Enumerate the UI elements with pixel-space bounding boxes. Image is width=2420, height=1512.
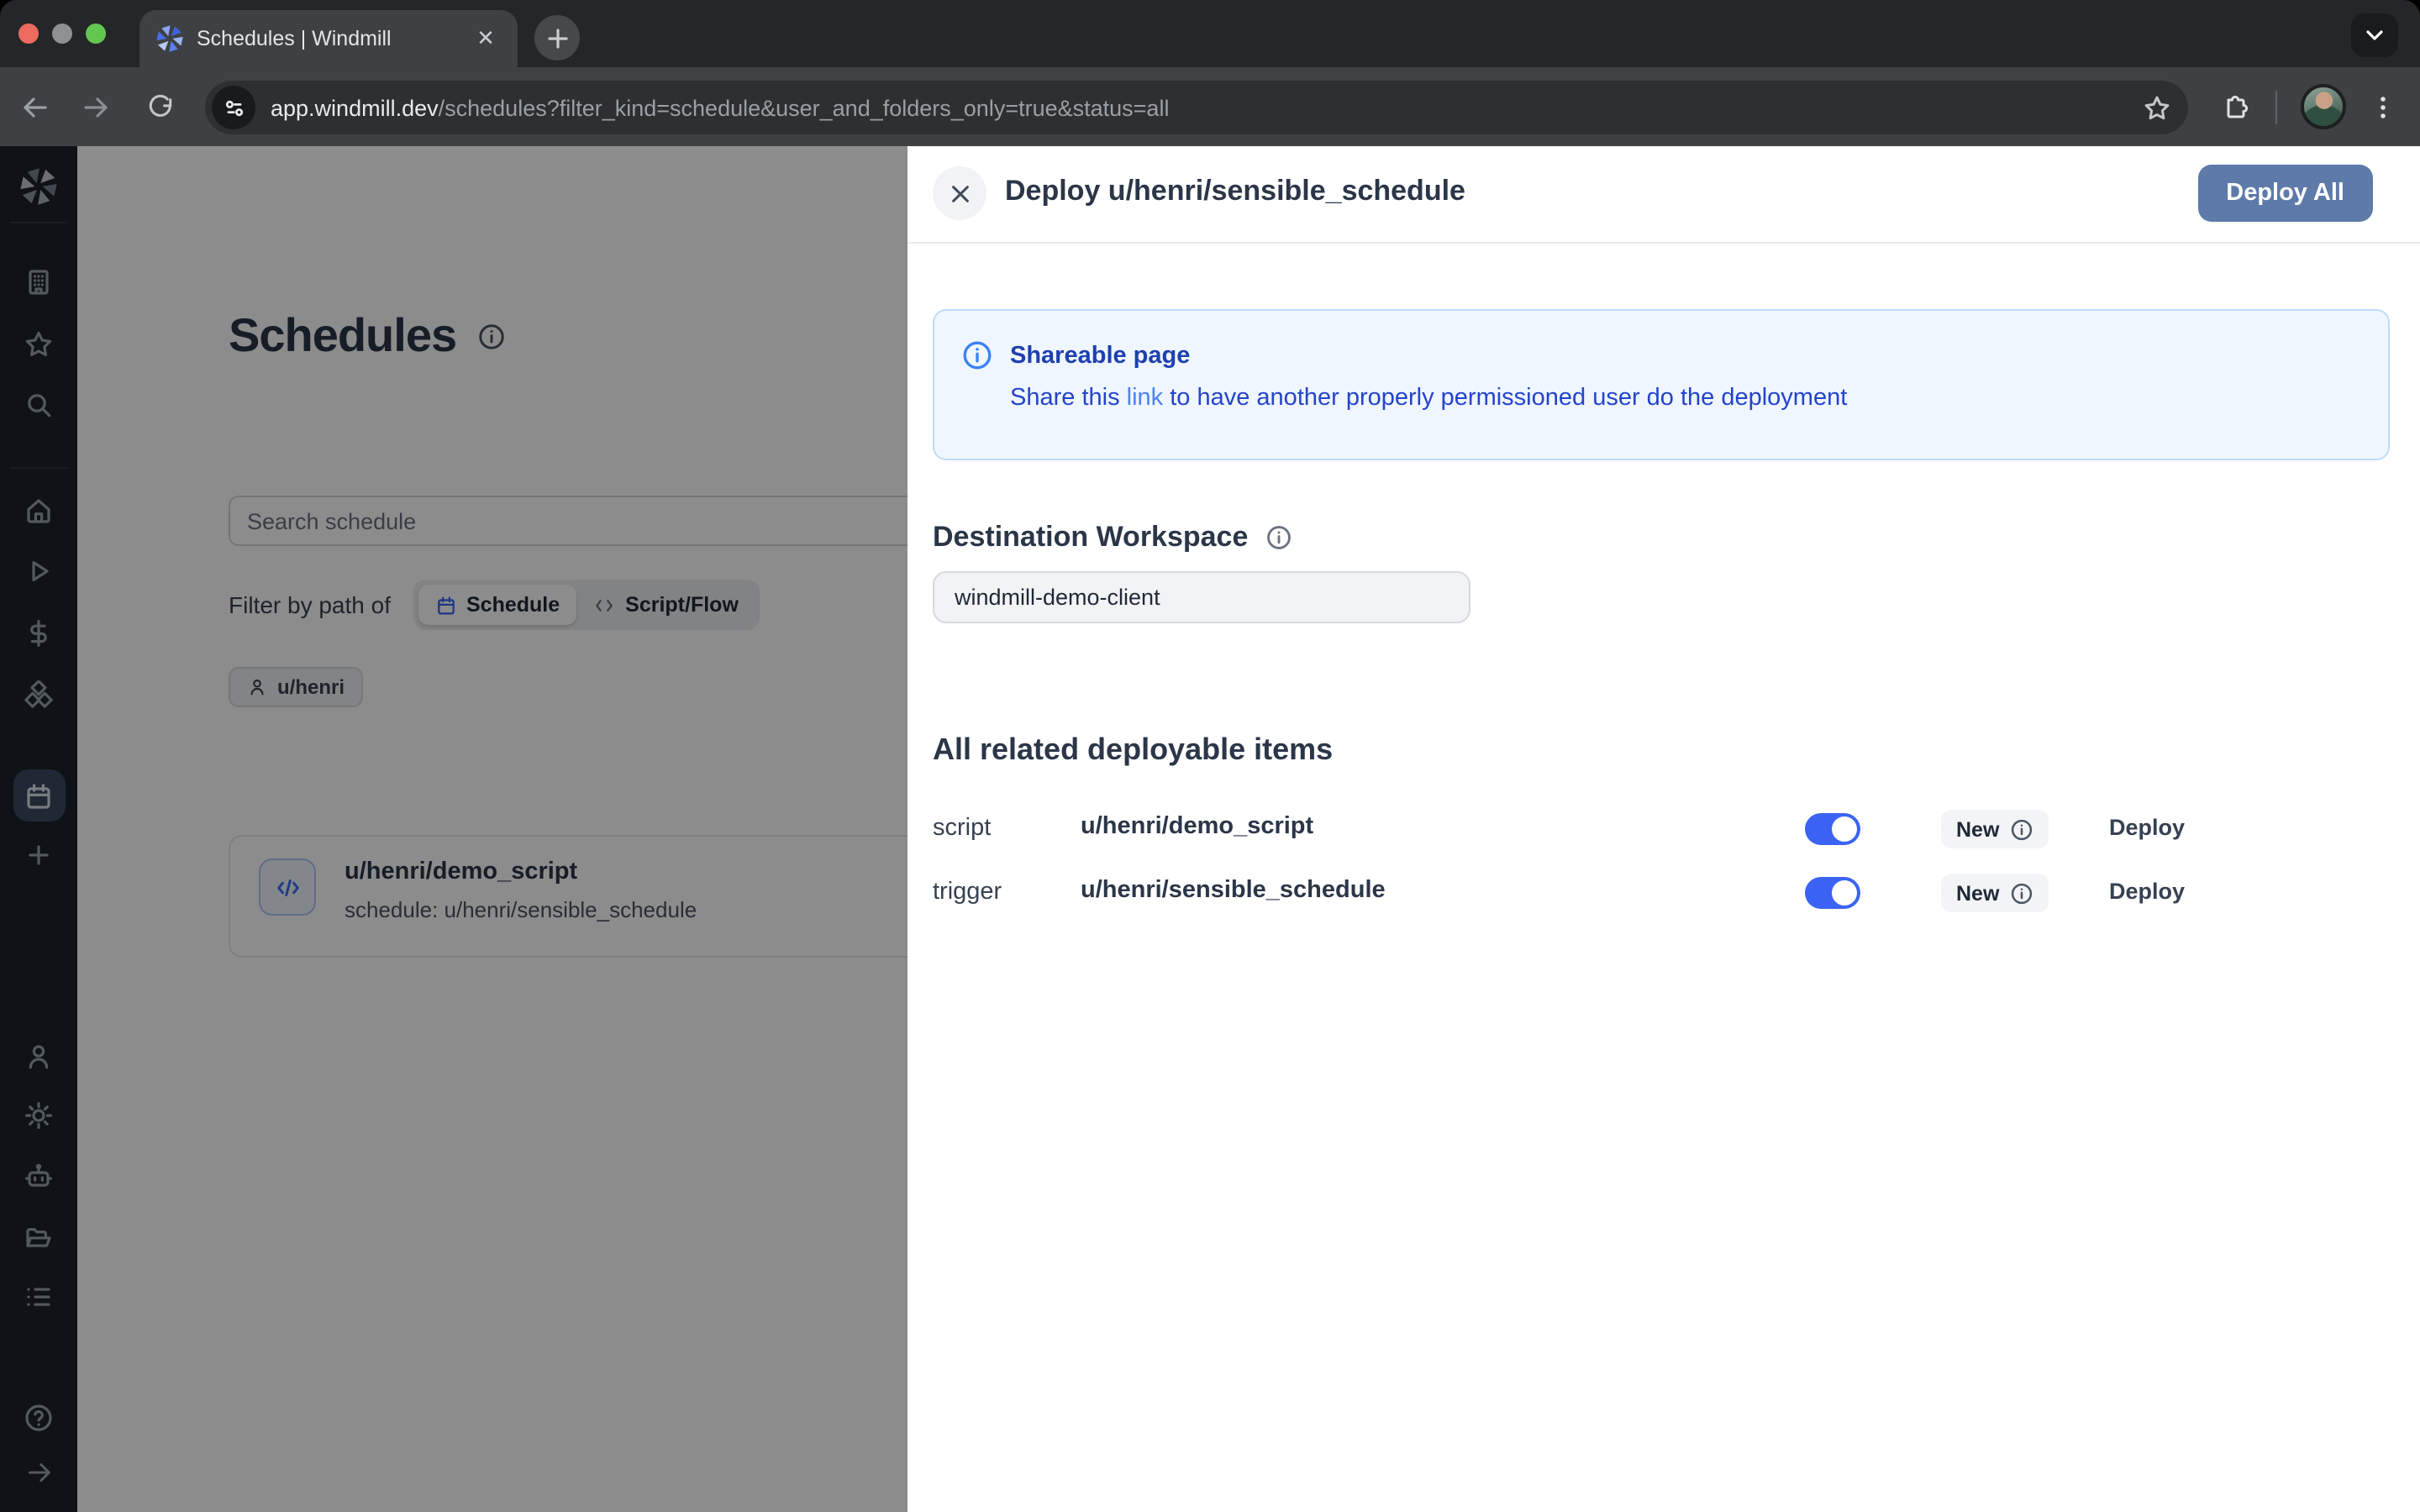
share-link[interactable]: link <box>1127 385 1164 412</box>
drawer-header-divider <box>908 242 2420 244</box>
browser-menu-icon[interactable] <box>2370 93 2396 120</box>
item-kind: trigger <box>933 879 1002 906</box>
browser-window: Schedules | Windmill ✕ <box>0 0 2420 1512</box>
windmill-app: Schedules Filter by path of Schedule <box>0 146 2420 1512</box>
tab-search-button[interactable] <box>2351 13 2398 57</box>
browser-tab[interactable]: Schedules | Windmill ✕ <box>139 10 518 67</box>
info-icon <box>2009 881 2033 905</box>
site-settings-icon[interactable] <box>212 86 255 129</box>
back-button[interactable] <box>8 67 62 146</box>
url-host: app.windmill.dev <box>271 95 439 120</box>
alert-title: Shareable page <box>1010 342 1190 369</box>
forward-button[interactable] <box>69 67 123 146</box>
plus-icon <box>545 26 569 50</box>
profile-avatar[interactable] <box>2301 84 2346 129</box>
minimize-window-button[interactable] <box>52 24 72 44</box>
browser-toolbar: app.windmill.dev/schedules?filter_kind=s… <box>0 67 2420 146</box>
deploy-all-button[interactable]: Deploy All <box>2197 165 2373 222</box>
item-enabled-toggle[interactable] <box>1805 877 1860 909</box>
url-path: /schedules?filter_kind=schedule&user_and… <box>439 95 1170 120</box>
back-arrow-icon <box>20 92 50 122</box>
toggle-knob <box>1832 880 1857 906</box>
deploy-row-trigger: trigger u/henri/sensible_schedule New De… <box>933 872 2390 916</box>
url-text: app.windmill.dev/schedules?filter_kind=s… <box>271 95 2143 120</box>
deployable-items-heading: All related deployable items <box>933 732 1333 768</box>
reload-icon <box>145 92 174 121</box>
info-icon <box>2009 817 2033 841</box>
extensions-puzzle-icon[interactable] <box>2222 92 2252 122</box>
tab-strip: Schedules | Windmill ✕ <box>0 0 2420 67</box>
close-window-button[interactable] <box>18 24 39 44</box>
info-icon[interactable] <box>1265 524 1292 551</box>
item-path: u/henri/demo_script <box>1081 813 1313 840</box>
drawer-title: Deploy u/henri/sensible_schedule <box>1005 175 1465 208</box>
screen: Schedules | Windmill ✕ <box>0 0 2420 1512</box>
tab-close-icon[interactable]: ✕ <box>471 24 501 54</box>
drawer-close-button[interactable] <box>933 166 986 220</box>
item-kind: script <box>933 815 991 842</box>
deploy-item-button[interactable]: Deploy <box>2109 815 2185 840</box>
badge-label: New <box>1956 817 1999 841</box>
address-bar[interactable]: app.windmill.dev/schedules?filter_kind=s… <box>205 81 2188 134</box>
info-icon <box>961 339 993 371</box>
chevron-down-icon <box>2365 25 2385 45</box>
alert-header: Shareable page <box>961 339 2361 371</box>
alert-body-suffix: to have another properly permissioned us… <box>1163 385 1847 412</box>
toggle-knob <box>1832 816 1857 842</box>
destination-workspace-heading: Destination Workspace <box>933 521 1248 554</box>
drawer-backdrop[interactable] <box>0 146 908 1512</box>
reload-button[interactable] <box>133 67 187 146</box>
item-status-badge[interactable]: New <box>1941 810 2048 848</box>
alert-body-prefix: Share this <box>1010 385 1127 412</box>
tab-title: Schedules | Windmill <box>197 27 457 50</box>
deploy-item-button[interactable]: Deploy <box>2109 879 2185 904</box>
destination-workspace-header: Destination Workspace <box>933 521 1292 554</box>
zoom-window-button[interactable] <box>86 24 106 44</box>
item-path: u/henri/sensible_schedule <box>1081 877 1386 904</box>
alert-body: Share this link to have another properly… <box>1010 385 2361 412</box>
new-tab-button[interactable] <box>534 15 580 60</box>
toolbar-divider <box>2275 90 2277 123</box>
deploy-drawer: Deploy u/henri/sensible_schedule Deploy … <box>908 146 2420 1512</box>
item-enabled-toggle[interactable] <box>1805 813 1860 845</box>
deploy-row-script: script u/henri/demo_script New Deploy <box>933 808 2390 852</box>
shareable-page-alert: Shareable page Share this link to have a… <box>933 309 2390 460</box>
badge-label: New <box>1956 881 1999 905</box>
item-status-badge[interactable]: New <box>1941 874 2048 912</box>
bookmark-star-icon[interactable] <box>2143 93 2171 122</box>
destination-workspace-input[interactable] <box>933 571 1470 623</box>
toolbar-right-cluster <box>2222 67 2420 146</box>
close-icon <box>949 182 971 204</box>
windmill-favicon-icon <box>156 25 183 52</box>
forward-arrow-icon <box>81 92 111 122</box>
window-controls <box>18 24 106 44</box>
